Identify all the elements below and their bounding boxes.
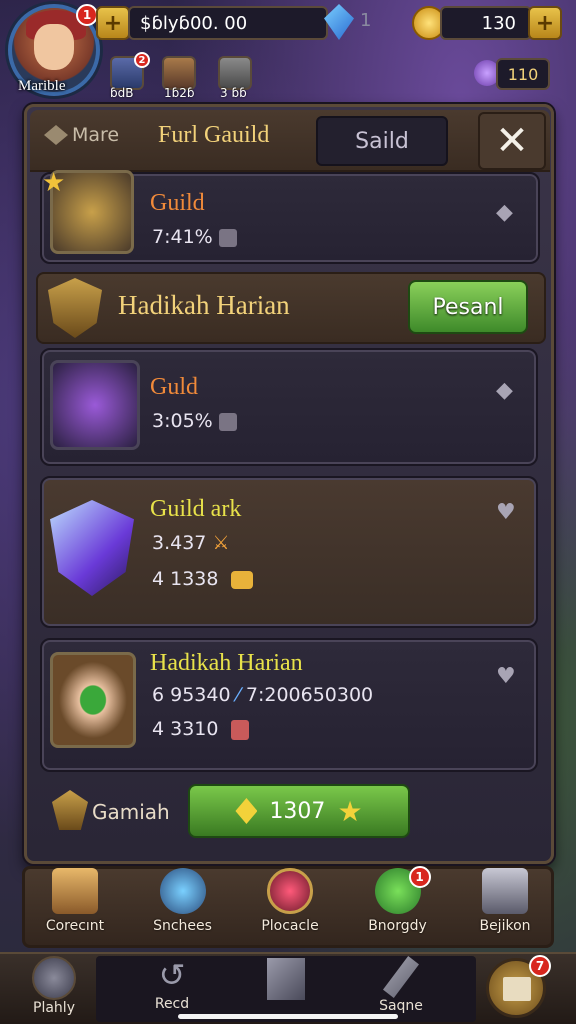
hero-slot-3[interactable]: [218, 56, 252, 90]
primary-nav-items: Corecınt Snchees Plocacle 1 Bnorgdy Beji…: [30, 866, 550, 934]
nav-item-3-badge: 1: [408, 866, 431, 888]
gem-icon: [324, 4, 354, 40]
gamiah-label: Gamiah: [92, 800, 170, 824]
crossbow-icon: [159, 868, 206, 914]
favorite-icon[interactable]: ◆: [496, 380, 522, 402]
card-2-value-1-text: 3.437: [152, 532, 207, 554]
buy-amount: 1307: [269, 798, 326, 824]
return-icon: ↺: [158, 956, 186, 994]
nav2-item-2[interactable]: [262, 958, 310, 1000]
chest-icon: [52, 868, 98, 914]
hero-slot-1-label: ɓdB: [110, 86, 134, 100]
card-top-title: Guild: [150, 190, 205, 216]
player-name: Marible: [18, 78, 66, 94]
crossed-swords-icon: ⚔: [212, 532, 230, 554]
hero-slot-2-label: 1ɓ2ɓ: [164, 86, 195, 100]
nav2-item-4-badge: 7: [529, 955, 551, 977]
shop-count: 110: [507, 64, 539, 84]
blade-icon: ⁄: [236, 684, 240, 706]
hero-slot-1-badge: 2: [134, 52, 150, 68]
card-2-value-2-text: 4 1338: [152, 568, 219, 590]
tab-saild[interactable]: Saild: [316, 116, 448, 166]
nav-item-1-label: Snchees: [153, 918, 212, 934]
home-icon: [32, 956, 76, 1000]
tab-saild-label: Saild: [355, 128, 409, 154]
nav-item-4-label: Bejikon: [479, 918, 531, 934]
ore-icon: [482, 868, 528, 914]
shop-bar[interactable]: 110: [496, 58, 550, 90]
avatar-notification-badge: 1: [76, 4, 98, 26]
avatar-face: [34, 24, 74, 70]
favorite-icon[interactable]: ◆: [496, 202, 522, 224]
nav-item-4[interactable]: Bejikon: [460, 868, 550, 934]
nav-item-0[interactable]: Corecınt: [30, 868, 120, 934]
nav2-item-1-label: Recd: [154, 996, 190, 1012]
card-3-value-2-text: 4 3310: [152, 718, 219, 740]
add-coin-button[interactable]: +: [528, 6, 562, 40]
card-3-title: Hadikah Harian: [150, 650, 303, 676]
nav-item-0-label: Corecınt: [45, 918, 105, 934]
diamond-icon: [235, 798, 258, 824]
tab-mare-label: Mare: [72, 124, 120, 146]
card-2-value-1: 3.437 ⚔: [152, 532, 230, 554]
coin-count: 130: [481, 12, 516, 34]
nav2-item-0[interactable]: Plahly: [22, 956, 86, 1016]
nav-item-2-label: Plocacle: [261, 918, 319, 934]
hero-slot-3-label: 3 ɓɓ: [220, 86, 247, 100]
cube-icon: [267, 958, 305, 1000]
card-2-title: Guild ark: [150, 496, 242, 522]
card-1-value: 3:05%: [152, 410, 237, 432]
map-icon: [503, 977, 531, 1001]
card-1-value-text: 3:05%: [152, 410, 213, 432]
home-indicator: [178, 1014, 398, 1019]
nav2-item-4[interactable]: 7: [486, 955, 551, 1018]
nav-item-2[interactable]: Plocacle: [245, 868, 335, 934]
buy-button[interactable]: 1307 ★: [188, 784, 410, 838]
card-3-value-1-text: 6 95340: [152, 684, 231, 706]
gold-pile-icon: [230, 570, 253, 589]
shield-small-icon: [218, 228, 237, 247]
potion-small-icon: [230, 719, 249, 740]
daily-gift-title: Hadikah Harian: [118, 290, 290, 320]
feather-icon: [383, 956, 419, 998]
nav2-item-1[interactable]: ↺ Recd: [140, 956, 204, 1012]
star-icon: ★: [337, 794, 363, 828]
gem-count: 1: [360, 10, 372, 31]
coin-bar: 130: [440, 6, 532, 40]
order-button[interactable]: Pesanl: [408, 280, 528, 334]
card-top-value-text: 7:41%: [152, 226, 213, 248]
shield-small-icon: [218, 412, 237, 431]
elf-hero-icon: [50, 652, 136, 748]
card-3-value-1: 6 95340 ⁄ 7:200650300: [152, 684, 373, 706]
tab-furl-gauild[interactable]: Furl Gauild: [158, 122, 269, 149]
card-3-value-2: 4 3310: [152, 718, 249, 740]
tab-icon-mare[interactable]: Mare: [44, 124, 119, 146]
card-3-value-1b-text: 7:200650300: [245, 684, 374, 706]
nav-item-3-label: Bnorgdy: [368, 918, 427, 934]
favorite-icon[interactable]: ♥: [496, 666, 522, 688]
add-currency-button[interactable]: +: [96, 6, 130, 40]
card-2-value-2: 4 1338: [152, 568, 253, 590]
close-button[interactable]: ✕: [478, 112, 546, 170]
tab-mare-icon: [44, 125, 68, 145]
card-1-title: Guld: [150, 374, 198, 400]
nav2-item-0-label: Plahly: [33, 1000, 75, 1016]
nav2-item-3-label: Saqne: [379, 998, 423, 1014]
nav2-item-3[interactable]: Saqne: [364, 956, 438, 1014]
sword-emblem-icon: [267, 868, 313, 914]
nav-item-1[interactable]: Snchees: [138, 868, 228, 934]
favorite-icon[interactable]: ♥: [496, 502, 522, 524]
resource-value: $ɓlyɓ00. 00: [140, 12, 248, 34]
star-icon: ★: [42, 168, 66, 198]
hero-slot-2[interactable]: [162, 56, 196, 90]
resource-bar: $ɓlyɓ00. 00: [128, 6, 328, 40]
card-top-value: 7:41%: [152, 226, 237, 248]
purple-shield-icon: [50, 360, 140, 450]
nav-item-3[interactable]: 1 Bnorgdy: [353, 866, 443, 934]
